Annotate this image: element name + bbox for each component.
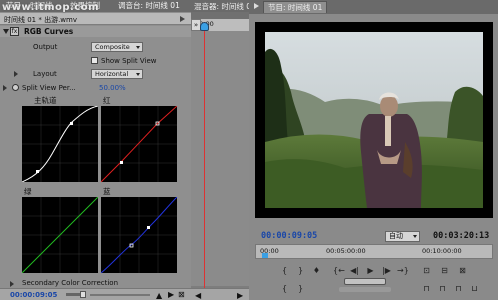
split-percent-label: Split View Per... <box>22 84 76 92</box>
zoom-thumb[interactable] <box>80 291 86 298</box>
curve-point <box>120 161 123 164</box>
layout-dropdown[interactable]: Horizontal <box>91 69 143 79</box>
scroll-right-icon[interactable]: ▶ <box>237 291 243 300</box>
play-icon[interactable]: ▶ <box>365 266 376 276</box>
mark-out-icon[interactable]: } <box>295 266 306 276</box>
extract-icon[interactable]: ⊓ <box>437 284 448 294</box>
panel-menu-icon[interactable] <box>254 3 259 9</box>
mixer-tab[interactable]: 混音器: 时间线 01 <box>191 0 256 12</box>
panel-menu-arrow-icon[interactable] <box>180 16 185 22</box>
red-curve-label: 红 <box>103 96 111 105</box>
shuttle-slider[interactable] <box>339 287 391 292</box>
zoom-in-icon[interactable]: ▲ <box>156 291 162 300</box>
layout-label: Layout <box>33 70 57 78</box>
split-percent-value[interactable]: 50.00% <box>99 84 126 92</box>
mark-in-icon[interactable]: { <box>279 266 290 276</box>
effect-title: RGB Curves <box>24 27 74 36</box>
program-monitor: 节目: 时间线 01 00:00:09:05 自动 00:03:20:13 00… <box>249 0 498 300</box>
output-label: Output <box>33 43 58 51</box>
left-timecode[interactable]: 00:00:09:05 <box>10 291 57 299</box>
mid-footer: ◀ ▶ <box>191 288 249 300</box>
current-timecode[interactable]: 00:00:09:05 <box>261 231 317 241</box>
show-split-row: Show Split View <box>0 55 191 67</box>
tab-audio-mixer[interactable]: 调音台: 时间线 01 <box>118 1 180 11</box>
export-frame-icon[interactable]: ⊔ <box>469 284 480 294</box>
effect-controls-panel: 节目 时间线 效果控制 调音台: 时间线 01 时间线 01 * 出游.wmv … <box>0 0 191 300</box>
watermark-text: www.itmop.com <box>2 2 100 13</box>
keyframe-area[interactable] <box>191 31 249 286</box>
chevron-down-icon <box>136 73 140 76</box>
lift-icon[interactable]: ⊓ <box>421 284 432 294</box>
program-tab-bar: 节目: 时间线 01 <box>249 0 498 14</box>
trim-icon[interactable]: ⊓ <box>453 284 464 294</box>
playhead-marker-icon[interactable] <box>262 253 268 258</box>
output-icon[interactable]: ⊠ <box>457 266 468 276</box>
fx-badge[interactable]: fx <box>10 27 19 36</box>
green-curve-graph[interactable] <box>22 197 98 273</box>
timecode-bar: 00:00:09:05 自动 00:03:20:13 <box>249 228 498 242</box>
output-dropdown[interactable]: Composite <box>91 42 143 52</box>
set-marker-icon[interactable]: ♦ <box>311 266 322 276</box>
play-only-icon[interactable]: ▶ <box>168 290 174 299</box>
master-curve-label: 主轨道 <box>34 96 57 105</box>
layout-expand-icon[interactable] <box>14 71 18 77</box>
video-image <box>265 32 483 208</box>
loop-icon[interactable]: ⊠ <box>178 290 185 299</box>
show-split-checkbox[interactable] <box>91 57 98 64</box>
go-to-in-icon[interactable]: {← <box>333 266 345 276</box>
red-curve-graph[interactable] <box>101 106 177 182</box>
blue-curve-label: 蓝 <box>103 187 111 196</box>
green-curve-label: 绿 <box>24 187 32 196</box>
step-back-icon[interactable]: ◀| <box>349 266 360 276</box>
playhead-handle-icon[interactable] <box>200 22 209 31</box>
zoom-slider[interactable] <box>90 294 150 296</box>
step-forward-icon[interactable]: |▶ <box>381 266 392 276</box>
go-to-out-icon[interactable]: →} <box>397 266 409 276</box>
curve-point <box>36 170 39 173</box>
go-prev-marker-icon[interactable]: { <box>279 284 290 294</box>
clip-name: 时间线 01 * 出游.wmv <box>4 16 77 24</box>
loop-icon[interactable]: ⊡ <box>421 266 432 276</box>
output-row: Output Composite <box>0 41 191 53</box>
clip-header: 时间线 01 * 出游.wmv <box>0 13 191 25</box>
go-next-marker-icon[interactable]: } <box>295 284 306 294</box>
playhead-line[interactable] <box>204 22 205 292</box>
secondary-expand-icon[interactable] <box>10 281 14 287</box>
secondary-label: Secondary Color Correction <box>22 279 119 287</box>
effect-header[interactable]: fx RGB Curves <box>0 26 191 37</box>
split-expand-icon[interactable] <box>3 85 7 91</box>
curve-point <box>147 226 150 229</box>
secondary-color-row: Secondary Color Correction <box>0 279 191 288</box>
scroll-left-icon[interactable]: ◀ <box>195 291 201 300</box>
stopwatch-icon[interactable] <box>12 84 19 91</box>
chevron-down-icon <box>136 46 140 49</box>
output-value: Composite <box>95 43 130 51</box>
curve-point <box>70 122 73 125</box>
effect-timeline-strip: 混音器: 时间线 01 00:00 » ◀ ▶ <box>191 0 256 300</box>
duration-timecode: 00:03:20:13 <box>433 231 490 241</box>
expand-triangle-icon[interactable] <box>3 29 9 34</box>
program-time-ruler[interactable]: 00:00 00:05:00:00 00:10:00:00 <box>255 244 493 259</box>
blue-curve-graph[interactable] <box>101 197 177 273</box>
left-footer: 00:00:09:05 ▲ ▶ ⊠ <box>0 288 191 300</box>
jog-wheel[interactable] <box>344 278 386 285</box>
layout-row: Layout Horizontal <box>0 68 191 80</box>
mixer-tab-label: 混音器: 时间线 01 <box>194 2 256 11</box>
safe-margins-icon[interactable]: ⊟ <box>439 266 450 276</box>
ruler-label: 00:10:00:00 <box>422 247 462 255</box>
fit-dropdown[interactable]: 自动 <box>385 231 420 242</box>
layout-value: Horizontal <box>95 70 129 78</box>
chevron-down-icon <box>413 235 417 238</box>
fit-value: 自动 <box>389 232 403 240</box>
ruler-label: 00:05:00:00 <box>326 247 366 255</box>
split-percent-row: Split View Per... 50.00% <box>0 82 191 94</box>
show-split-label: Show Split View <box>101 57 157 65</box>
master-curve-graph[interactable] <box>22 106 98 182</box>
program-tab[interactable]: 节目: 时间线 01 <box>263 1 328 13</box>
